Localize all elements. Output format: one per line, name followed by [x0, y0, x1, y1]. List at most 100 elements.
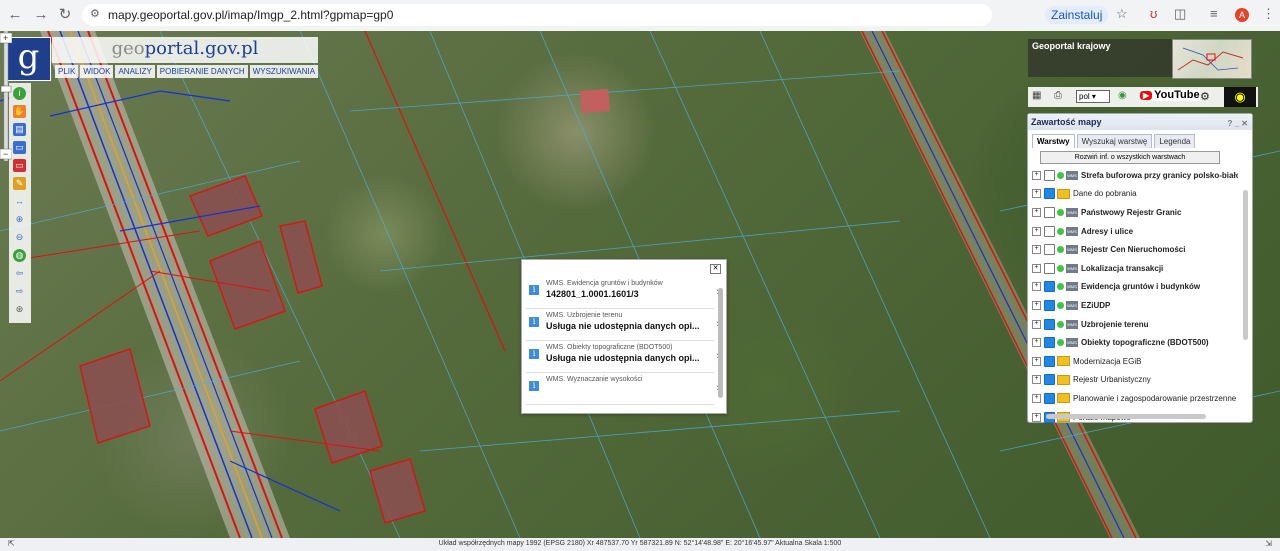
- layer-row[interactable]: + WMS Uzbrojenie terenu: [1032, 315, 1238, 334]
- expand-all-layers-button[interactable]: Rozwiń inf. o wszystkich warstwach: [1040, 151, 1220, 164]
- map-canvas[interactable]: g geoportal.gov.pl PLIK WIDOK ANALIZY PO…: [0, 31, 1280, 538]
- settings-icon[interactable]: ⚙: [1200, 90, 1210, 103]
- layer-row[interactable]: + WMS Rejestr Cen Nieruchomości: [1032, 240, 1238, 259]
- minimap-graphic: [1177, 47, 1244, 71]
- expand-layer-icon[interactable]: +: [1032, 338, 1041, 348]
- layer-row[interactable]: + WMS Obiekty topograficzne (BDOT500): [1032, 333, 1238, 352]
- menu-pobieranie-danych[interactable]: POBIERANIE DANYCH: [156, 65, 248, 78]
- tab-wyszukaj-warstwe[interactable]: Wyszukaj warstwę: [1076, 134, 1153, 148]
- compass-icon[interactable]: ⊛: [13, 303, 26, 316]
- geoportal-krajowy-box[interactable]: Geoportal krajowy: [1028, 39, 1172, 77]
- collapse-icon[interactable]: ⇲: [1265, 539, 1272, 548]
- layer-checkbox[interactable]: [1044, 281, 1055, 293]
- panel-title-bar[interactable]: Zawartość mapy ? _ ✕: [1028, 114, 1252, 130]
- popup-item[interactable]: i WMS. Obiekty topograficzne (BDOT500) Usł…: [526, 342, 720, 373]
- expand-layer-icon[interactable]: +: [1032, 282, 1041, 292]
- tab-warstwy[interactable]: Warstwy: [1032, 134, 1075, 148]
- popup-item[interactable]: i WMS. Uzbrojenie terenu Usługa nie udostę…: [526, 310, 720, 341]
- expand-layer-icon[interactable]: +: [1032, 170, 1041, 180]
- layer-list-horizontal-scrollbar[interactable]: [1046, 414, 1206, 419]
- pencil-icon[interactable]: ✎: [13, 177, 26, 190]
- select-area-icon[interactable]: ▭: [13, 141, 26, 154]
- layer-checkbox[interactable]: [1044, 337, 1055, 349]
- eye-icon[interactable]: ◉: [1224, 87, 1256, 107]
- install-app-button[interactable]: Zainstaluj: [1045, 6, 1109, 24]
- site-info-icon[interactable]: ⚙: [90, 7, 100, 20]
- expand-layer-icon[interactable]: +: [1032, 245, 1041, 255]
- expand-layer-icon[interactable]: +: [1032, 319, 1041, 329]
- layer-checkbox[interactable]: [1044, 392, 1055, 404]
- reading-list-icon[interactable]: ≡: [1210, 6, 1218, 21]
- menu-analizy[interactable]: ANALIZY: [115, 65, 155, 78]
- layer-checkbox[interactable]: [1044, 355, 1055, 367]
- expand-layer-icon[interactable]: +: [1032, 412, 1041, 422]
- popup-item[interactable]: i WMS. Ewidencja gruntów i budynków 142801…: [526, 278, 720, 309]
- extensions-puzzle-icon[interactable]: ◫: [1174, 6, 1186, 22]
- expand-layer-icon[interactable]: +: [1032, 300, 1041, 310]
- expand-layer-icon[interactable]: +: [1032, 207, 1041, 217]
- grid-icon[interactable]: ▦: [1032, 90, 1041, 101]
- info-icon[interactable]: i: [13, 87, 26, 100]
- layer-row[interactable]: + WMS Lokalizacja transakcji: [1032, 259, 1238, 278]
- layer-checkbox[interactable]: [1044, 374, 1055, 386]
- browser-menu-icon[interactable]: ⋮: [1262, 6, 1275, 22]
- layer-checkbox[interactable]: [1044, 262, 1055, 274]
- youtube-link[interactable]: ▶ YouTube: [1140, 89, 1200, 101]
- layer-row[interactable]: + WMS Strefa buforowa przy granicy polsko-…: [1032, 166, 1238, 185]
- layer-row[interactable]: + Modernizacja EGiB: [1032, 352, 1238, 371]
- layer-checkbox[interactable]: [1044, 318, 1055, 330]
- overview-minimap[interactable]: [1172, 39, 1252, 79]
- print-icon[interactable]: ⎙: [1054, 90, 1062, 101]
- tab-legenda[interactable]: Legenda: [1154, 134, 1196, 148]
- menu-plik[interactable]: PLIK: [55, 65, 79, 78]
- layer-checkbox[interactable]: [1044, 169, 1055, 181]
- forward-icon[interactable]: →: [32, 6, 50, 24]
- globe-icon[interactable]: ◍: [13, 249, 26, 262]
- profile-avatar[interactable]: A: [1235, 8, 1249, 22]
- layer-checkbox[interactable]: [1044, 299, 1055, 311]
- layer-checkbox[interactable]: [1044, 188, 1055, 200]
- layer-row[interactable]: + WMS Ewidencja gruntów i budynków: [1032, 278, 1238, 297]
- zoom-out-icon[interactable]: ⊖: [13, 231, 26, 244]
- popup-scrollbar[interactable]: [718, 288, 723, 398]
- menu-wyszukiwania[interactable]: WYSZUKIWANIA: [249, 65, 319, 78]
- layer-row[interactable]: + Planowanie i zagospodarowanie przestrze…: [1032, 389, 1238, 408]
- reload-icon[interactable]: ↻: [56, 6, 74, 24]
- layers-list-icon[interactable]: ▤: [13, 123, 26, 136]
- close-icon[interactable]: ✕: [710, 264, 721, 274]
- zoom-in-icon[interactable]: ⊕: [13, 213, 26, 226]
- extension-icon[interactable]: ʊ: [1150, 6, 1157, 21]
- main-menu: PLIK WIDOK ANALIZY POBIERANIE DANYCH WYS…: [55, 65, 319, 78]
- layer-checkbox[interactable]: [1044, 225, 1055, 237]
- back-icon[interactable]: ←: [6, 6, 24, 24]
- expand-layer-icon[interactable]: +: [1032, 356, 1041, 366]
- expand-layer-icon[interactable]: +: [1032, 375, 1041, 385]
- expand-layer-icon[interactable]: +: [1032, 263, 1041, 273]
- layer-checkbox[interactable]: [1044, 206, 1055, 218]
- layer-row[interactable]: + WMS Adresy i ulice: [1032, 222, 1238, 241]
- draw-rectangle-icon[interactable]: ▭: [13, 159, 26, 172]
- language-select[interactable]: pol ▾: [1076, 90, 1110, 103]
- next-view-icon[interactable]: ⇨: [13, 285, 26, 298]
- popup-item[interactable]: iWMS. Wyznaczanie wysokości›: [526, 374, 720, 405]
- accessibility-icon[interactable]: ◉: [1118, 90, 1127, 101]
- scale-icon[interactable]: ↔: [13, 195, 26, 208]
- layer-row[interactable]: + Rejestr Urbanistyczny: [1032, 371, 1238, 390]
- panel-window-controls[interactable]: ? _ ✕: [1228, 116, 1248, 132]
- address-bar[interactable]: ⚙ mapy.geoportal.gov.pl/imap/Imgp_2.html…: [82, 4, 992, 26]
- bookmark-star-icon[interactable]: ☆: [1116, 6, 1128, 22]
- menu-widok[interactable]: WIDOK: [80, 65, 114, 78]
- layer-row[interactable]: + WMS EZiUDP: [1032, 296, 1238, 315]
- expand-layer-icon[interactable]: +: [1032, 393, 1041, 403]
- expand-layer-icon[interactable]: +: [1032, 226, 1041, 236]
- popup-item-service: WMS. Ewidencja gruntów i budynków: [546, 280, 663, 287]
- previous-view-icon[interactable]: ⇦: [13, 267, 26, 280]
- layer-row[interactable]: + Dane do pobrania: [1032, 185, 1238, 204]
- layer-list-vertical-scrollbar[interactable]: [1243, 190, 1248, 340]
- zoom-slider[interactable]: + −: [0, 31, 12, 161]
- geoportal-logo[interactable]: g: [6, 37, 51, 81]
- pan-hand-icon[interactable]: ✋: [13, 105, 26, 118]
- layer-checkbox[interactable]: [1044, 244, 1055, 256]
- expand-layer-icon[interactable]: +: [1032, 189, 1041, 199]
- layer-row[interactable]: + WMS Państwowy Rejestr Granic: [1032, 203, 1238, 222]
